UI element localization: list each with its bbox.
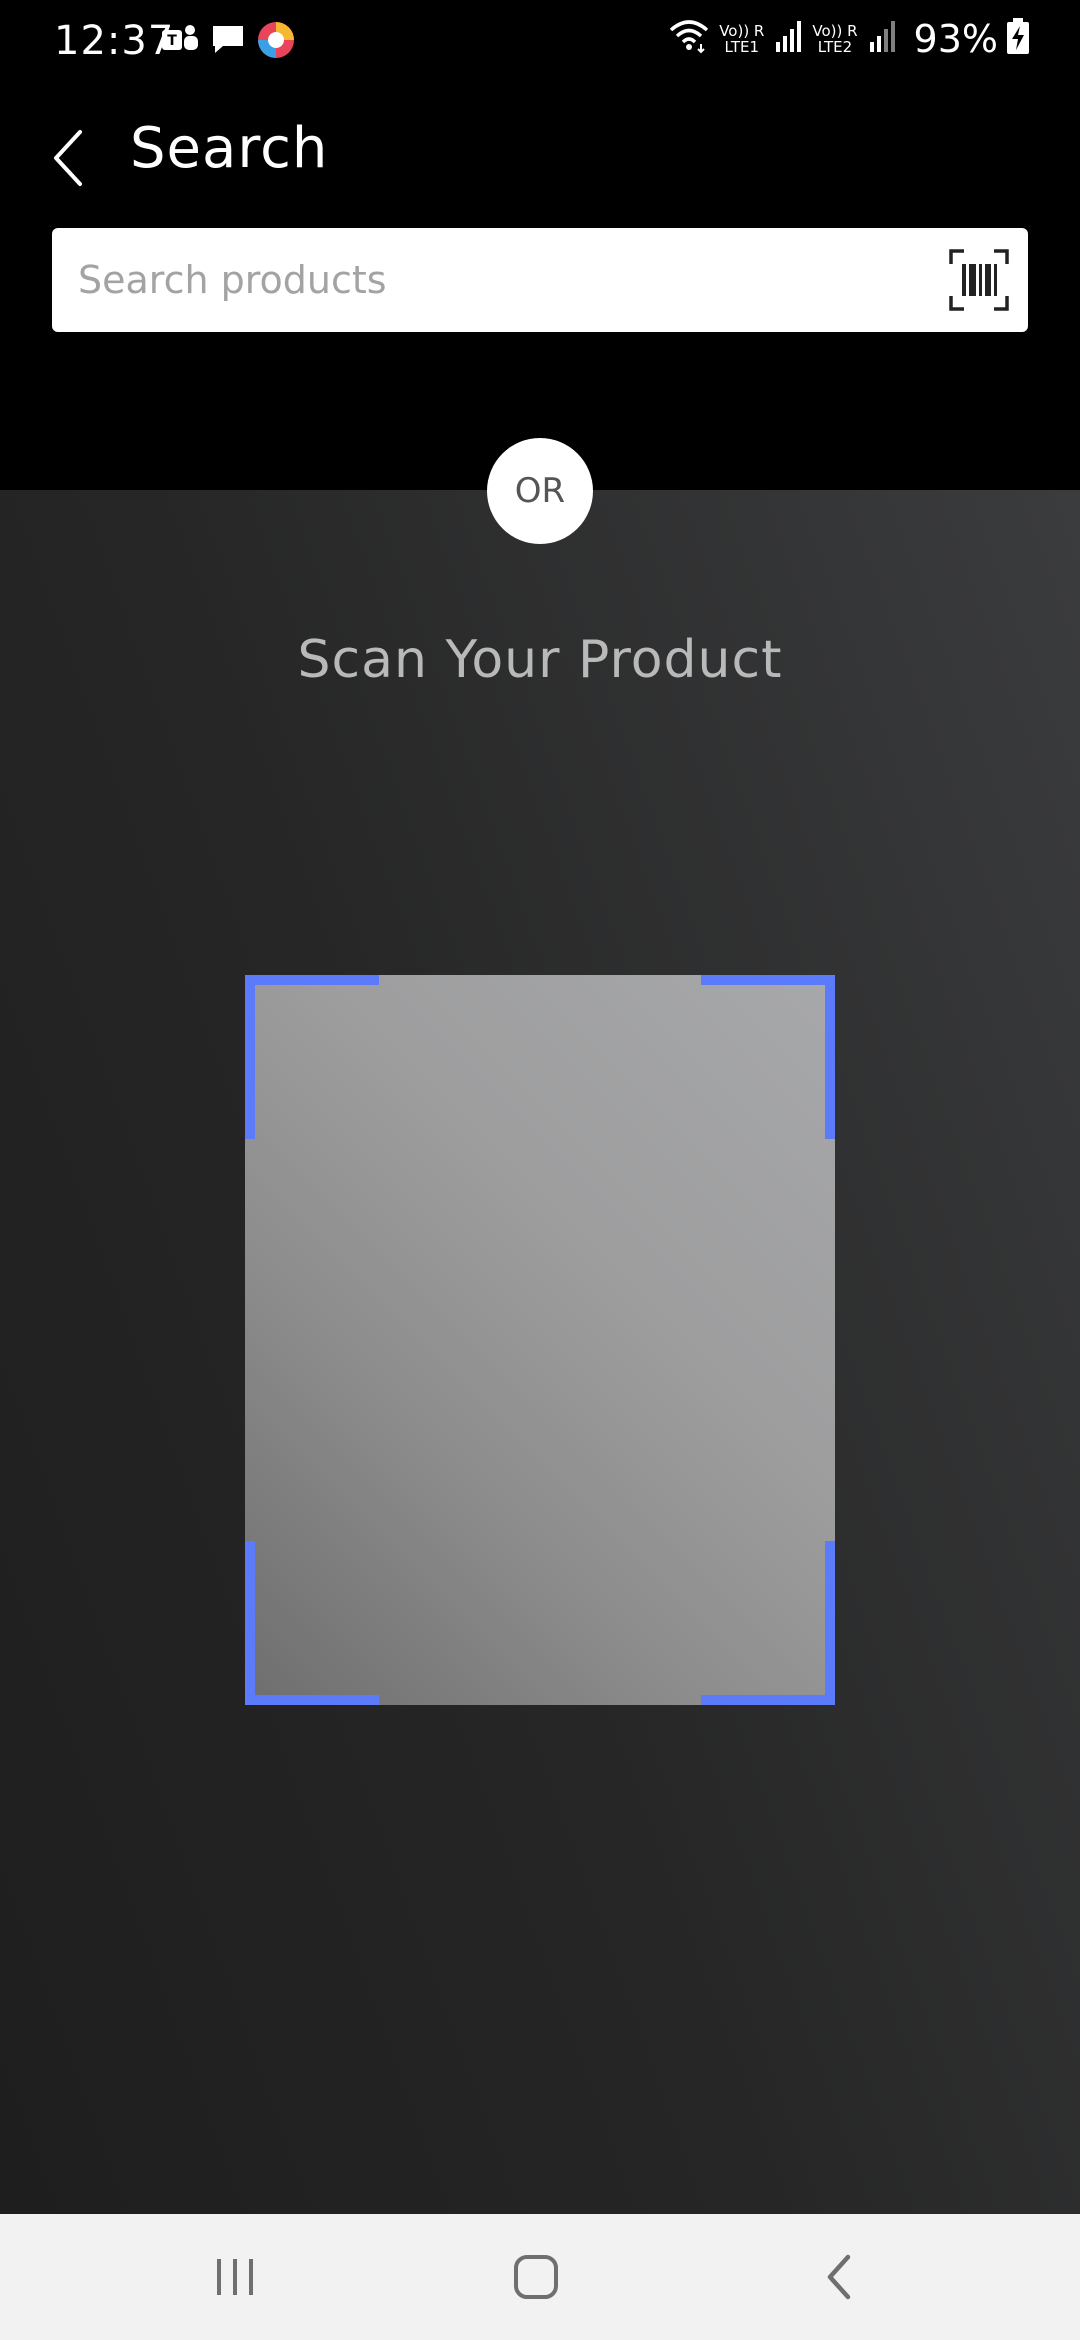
recents-button[interactable] bbox=[155, 2214, 315, 2340]
search-screen: 12:37 T Vo)) R LTE1 Vo)) R LTE2 93% Sear… bbox=[0, 0, 1080, 2340]
system-back-button[interactable] bbox=[760, 2214, 920, 2340]
sim2-label: Vo)) R LTE2 bbox=[812, 23, 857, 55]
search-box bbox=[52, 228, 1028, 332]
home-icon bbox=[514, 2255, 558, 2299]
back-icon bbox=[827, 2254, 851, 2300]
chevron-left-icon bbox=[54, 130, 82, 186]
viewfinder-corner-bottom-right bbox=[701, 1541, 835, 1705]
scan-viewfinder[interactable] bbox=[245, 975, 835, 1705]
viewfinder-corner-top-left bbox=[245, 975, 379, 1139]
sim2-label-bottom: LTE2 bbox=[817, 37, 853, 56]
home-button[interactable] bbox=[456, 2214, 616, 2340]
sim1-label-top: Vo)) R bbox=[719, 21, 765, 40]
header: Search bbox=[0, 84, 1080, 490]
sim1-label-bottom: LTE1 bbox=[724, 37, 760, 56]
barcode-scan-button[interactable] bbox=[948, 248, 1010, 312]
viewfinder-corner-top-right bbox=[701, 975, 835, 1139]
barcode-scan-icon bbox=[949, 249, 1009, 311]
system-navigation-bar bbox=[0, 2214, 1080, 2340]
viewfinder-corner-bottom-left bbox=[245, 1541, 379, 1705]
scan-title: Scan Your Product bbox=[297, 630, 783, 690]
notification-icons: T bbox=[160, 20, 296, 65]
battery-percent: 93% bbox=[913, 16, 998, 61]
search-input[interactable] bbox=[78, 228, 958, 332]
scanner-area: Scan Your Product bbox=[0, 490, 1080, 2214]
recents-icon bbox=[217, 2259, 253, 2295]
page-title: Search bbox=[130, 116, 329, 181]
wifi-icon bbox=[667, 16, 711, 61]
sim2-label-top: Vo)) R bbox=[812, 21, 858, 40]
back-button[interactable] bbox=[40, 114, 96, 202]
sim1-label: Vo)) R LTE1 bbox=[719, 23, 764, 55]
status-indicators: Vo)) R LTE1 Vo)) R LTE2 93% bbox=[667, 16, 1030, 61]
signal-icon-sim2 bbox=[868, 18, 898, 59]
signal-icon-sim1 bbox=[774, 18, 804, 59]
battery-charging-icon bbox=[1006, 17, 1030, 60]
message-icon bbox=[210, 22, 246, 63]
app-icon bbox=[256, 20, 296, 65]
teams-icon: T bbox=[160, 22, 200, 63]
status-time: 12:37 bbox=[54, 18, 175, 64]
or-divider-badge: OR bbox=[487, 438, 593, 544]
status-bar: 12:37 T Vo)) R LTE1 Vo)) R LTE2 93% bbox=[0, 0, 1080, 84]
svg-text:T: T bbox=[167, 33, 177, 49]
